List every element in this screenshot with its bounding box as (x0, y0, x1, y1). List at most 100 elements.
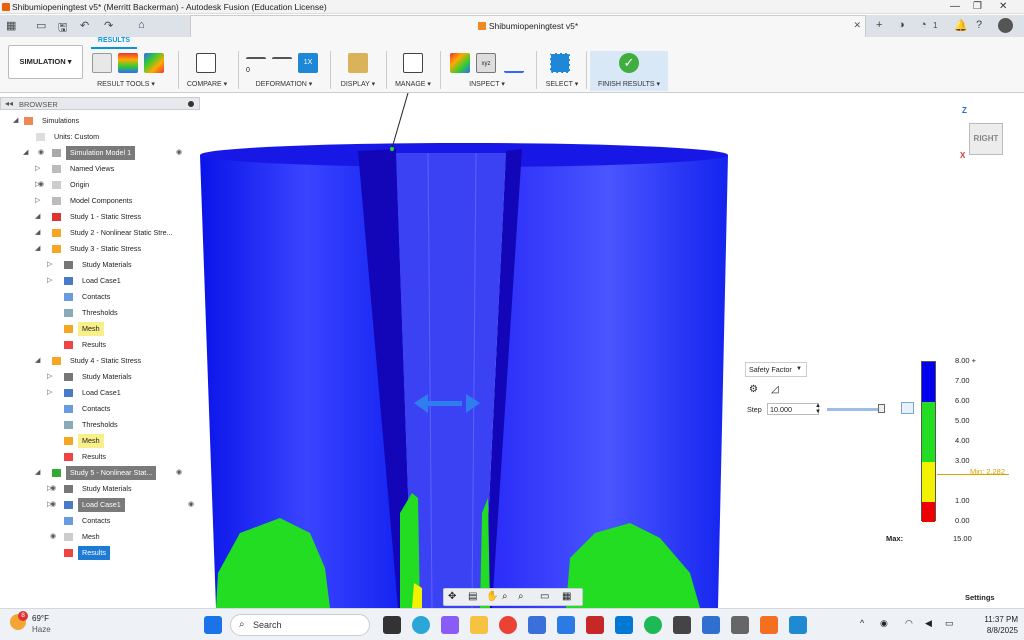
surface-probe-icon[interactable] (144, 53, 164, 73)
expand-toggle-icon[interactable]: ◢ (13, 114, 18, 128)
settings-link[interactable]: Settings (965, 593, 995, 602)
expand-toggle-icon[interactable]: ◢ (35, 242, 40, 256)
vscode-icon[interactable] (789, 616, 807, 634)
taskbar-search[interactable]: ⌕ Search (230, 614, 370, 636)
actual-deformation-icon[interactable]: 1X (298, 53, 318, 73)
maximize-button[interactable]: ❐ (973, 1, 982, 12)
redo-icon[interactable]: ↷ (104, 19, 113, 32)
plot-settings-icon[interactable]: ◿ (771, 384, 779, 395)
fusion-icon[interactable] (760, 616, 778, 634)
deformation-label[interactable]: DEFORMATION ▾ (244, 80, 324, 88)
new-tab-icon[interactable]: + (876, 19, 882, 31)
fit-icon[interactable]: ⌕ (518, 591, 524, 602)
xyz-icon[interactable]: xyz (476, 53, 496, 73)
tree-item[interactable]: ◢ Study 3 - Static Stress (0, 242, 200, 256)
spotify-icon[interactable] (644, 616, 662, 634)
tree-item[interactable]: ◢ Study 2 - Nonlinear Static Stre... (0, 226, 200, 240)
tray-icon[interactable]: ◉ (880, 618, 888, 629)
system-clock[interactable]: 11:37 PM 8/8/2025 (976, 614, 1018, 636)
app-grid-icon[interactable]: ▦ (6, 19, 16, 32)
tree-item[interactable]: ◢ Study 4 - Static Stress (0, 354, 200, 368)
section-icon[interactable] (504, 53, 524, 73)
tree-item[interactable]: Results (0, 546, 200, 560)
probe-icon[interactable] (450, 53, 470, 73)
tree-item[interactable]: Contacts (0, 514, 200, 528)
file-explorer-icon[interactable] (470, 616, 488, 634)
expand-toggle-icon[interactable]: ▷ (47, 274, 52, 288)
save-icon[interactable]: 🖫 (58, 19, 67, 38)
gear-icon[interactable]: ⚙ (749, 384, 758, 395)
adjusted-deformation-icon[interactable] (272, 57, 292, 63)
expand-toggle-icon[interactable]: ▷ (35, 194, 40, 208)
minimize-button[interactable]: — (950, 1, 960, 12)
inspect-label[interactable]: INSPECT ▾ (446, 80, 528, 88)
tree-item[interactable]: Results (0, 338, 200, 352)
chevron-up-icon[interactable]: ^ (860, 618, 864, 628)
copilot-icon[interactable] (441, 616, 459, 634)
mcafee-icon[interactable] (586, 616, 604, 634)
visibility-eye-icon[interactable]: ◉ (50, 482, 56, 496)
close-tab-icon[interactable]: ✕ (853, 20, 861, 31)
finish-results-label[interactable]: FINISH RESULTS ▾ (590, 80, 668, 88)
tree-item[interactable]: ◢ Study 5 - Nonlinear Stat... ◉ (0, 466, 200, 480)
tab-results[interactable]: RESULTS (91, 37, 137, 49)
graph-icon[interactable] (901, 402, 914, 414)
workspace-switcher[interactable]: SIMULATION ▾ (8, 45, 83, 79)
look-at-icon[interactable]: ▤ (468, 591, 477, 602)
visibility-eye-icon[interactable]: ◉ (50, 498, 56, 512)
view-cube[interactable]: Z RIGHT X (957, 105, 1017, 163)
tree-item[interactable]: ▷ ◉ Load Case1 ◉ (0, 498, 200, 512)
tree-item[interactable]: ▷ Named Views (0, 162, 200, 176)
settings-icon[interactable] (731, 616, 749, 634)
expand-toggle-icon[interactable]: ◢ (35, 354, 40, 368)
file-menu-icon[interactable]: ▭ (36, 19, 46, 32)
manage-icon[interactable] (403, 53, 423, 73)
expand-toggle-icon[interactable]: ▷ (35, 162, 40, 176)
step-slider[interactable] (827, 408, 885, 411)
expand-toggle-icon[interactable]: ▷ (47, 386, 52, 400)
browser-menu-icon[interactable] (188, 101, 194, 107)
display-settings-icon[interactable]: ▭ (540, 591, 549, 602)
grid-icon[interactable]: ▦ (562, 591, 571, 602)
view-cube-face[interactable]: RIGHT (969, 123, 1003, 155)
compare-label[interactable]: COMPARE ▾ (184, 80, 230, 88)
home-icon[interactable]: ⌂ (138, 19, 145, 31)
chrome-icon[interactable] (499, 616, 517, 634)
tree-item[interactable]: ▷ Load Case1 (0, 274, 200, 288)
collapse-browser-icon[interactable]: ◂◂ (5, 99, 13, 108)
activate-radio-icon[interactable]: ◉ (176, 466, 182, 480)
probe-point[interactable] (390, 147, 394, 151)
learn-icon[interactable] (557, 616, 575, 634)
activate-radio-icon[interactable]: ◉ (188, 498, 194, 512)
simulation-model[interactable] (200, 93, 1024, 608)
battery-icon[interactable]: ▭ (945, 618, 954, 629)
orbit-icon[interactable]: ✥ (448, 591, 456, 602)
zoom-icon[interactable]: ⌕ (502, 591, 508, 602)
tree-item[interactable]: Contacts (0, 290, 200, 304)
app-icon[interactable] (673, 616, 691, 634)
expand-toggle-icon[interactable]: ◢ (23, 146, 28, 160)
tree-item[interactable]: ◢ Simulations (0, 114, 200, 128)
expand-toggle-icon[interactable]: ▷ (47, 370, 52, 384)
tree-item[interactable]: Results (0, 450, 200, 464)
step-slider-thumb[interactable] (878, 404, 885, 413)
activate-radio-icon[interactable]: ◉ (176, 146, 182, 160)
outlook-icon[interactable] (702, 616, 720, 634)
finish-results-group[interactable]: ✓ FINISH RESULTS ▾ (590, 51, 668, 91)
tree-item[interactable]: Units: Custom (0, 130, 200, 144)
tree-item[interactable]: Thresholds (0, 418, 200, 432)
close-button[interactable]: ✕ (999, 1, 1007, 12)
expand-toggle-icon[interactable]: ◢ (35, 226, 40, 240)
manage-label[interactable]: MANAGE ▾ (392, 80, 434, 88)
visibility-eye-icon[interactable]: ◉ (50, 530, 56, 544)
tree-item[interactable]: ◢ ◉ Simulation Model 1 ◉ (0, 146, 200, 160)
tree-item[interactable]: ▷ Study Materials (0, 258, 200, 272)
tree-item[interactable]: ▷ ◉ Origin (0, 178, 200, 192)
edge-icon[interactable] (412, 616, 430, 634)
select-icon[interactable] (550, 53, 570, 73)
extensions-icon[interactable]: ◑ (898, 19, 905, 31)
tree-item[interactable]: Mesh (0, 434, 200, 448)
visibility-eye-icon[interactable]: ◉ (38, 178, 44, 192)
tree-item[interactable]: ◉ Mesh (0, 530, 200, 544)
task-view-icon[interactable] (383, 616, 401, 634)
